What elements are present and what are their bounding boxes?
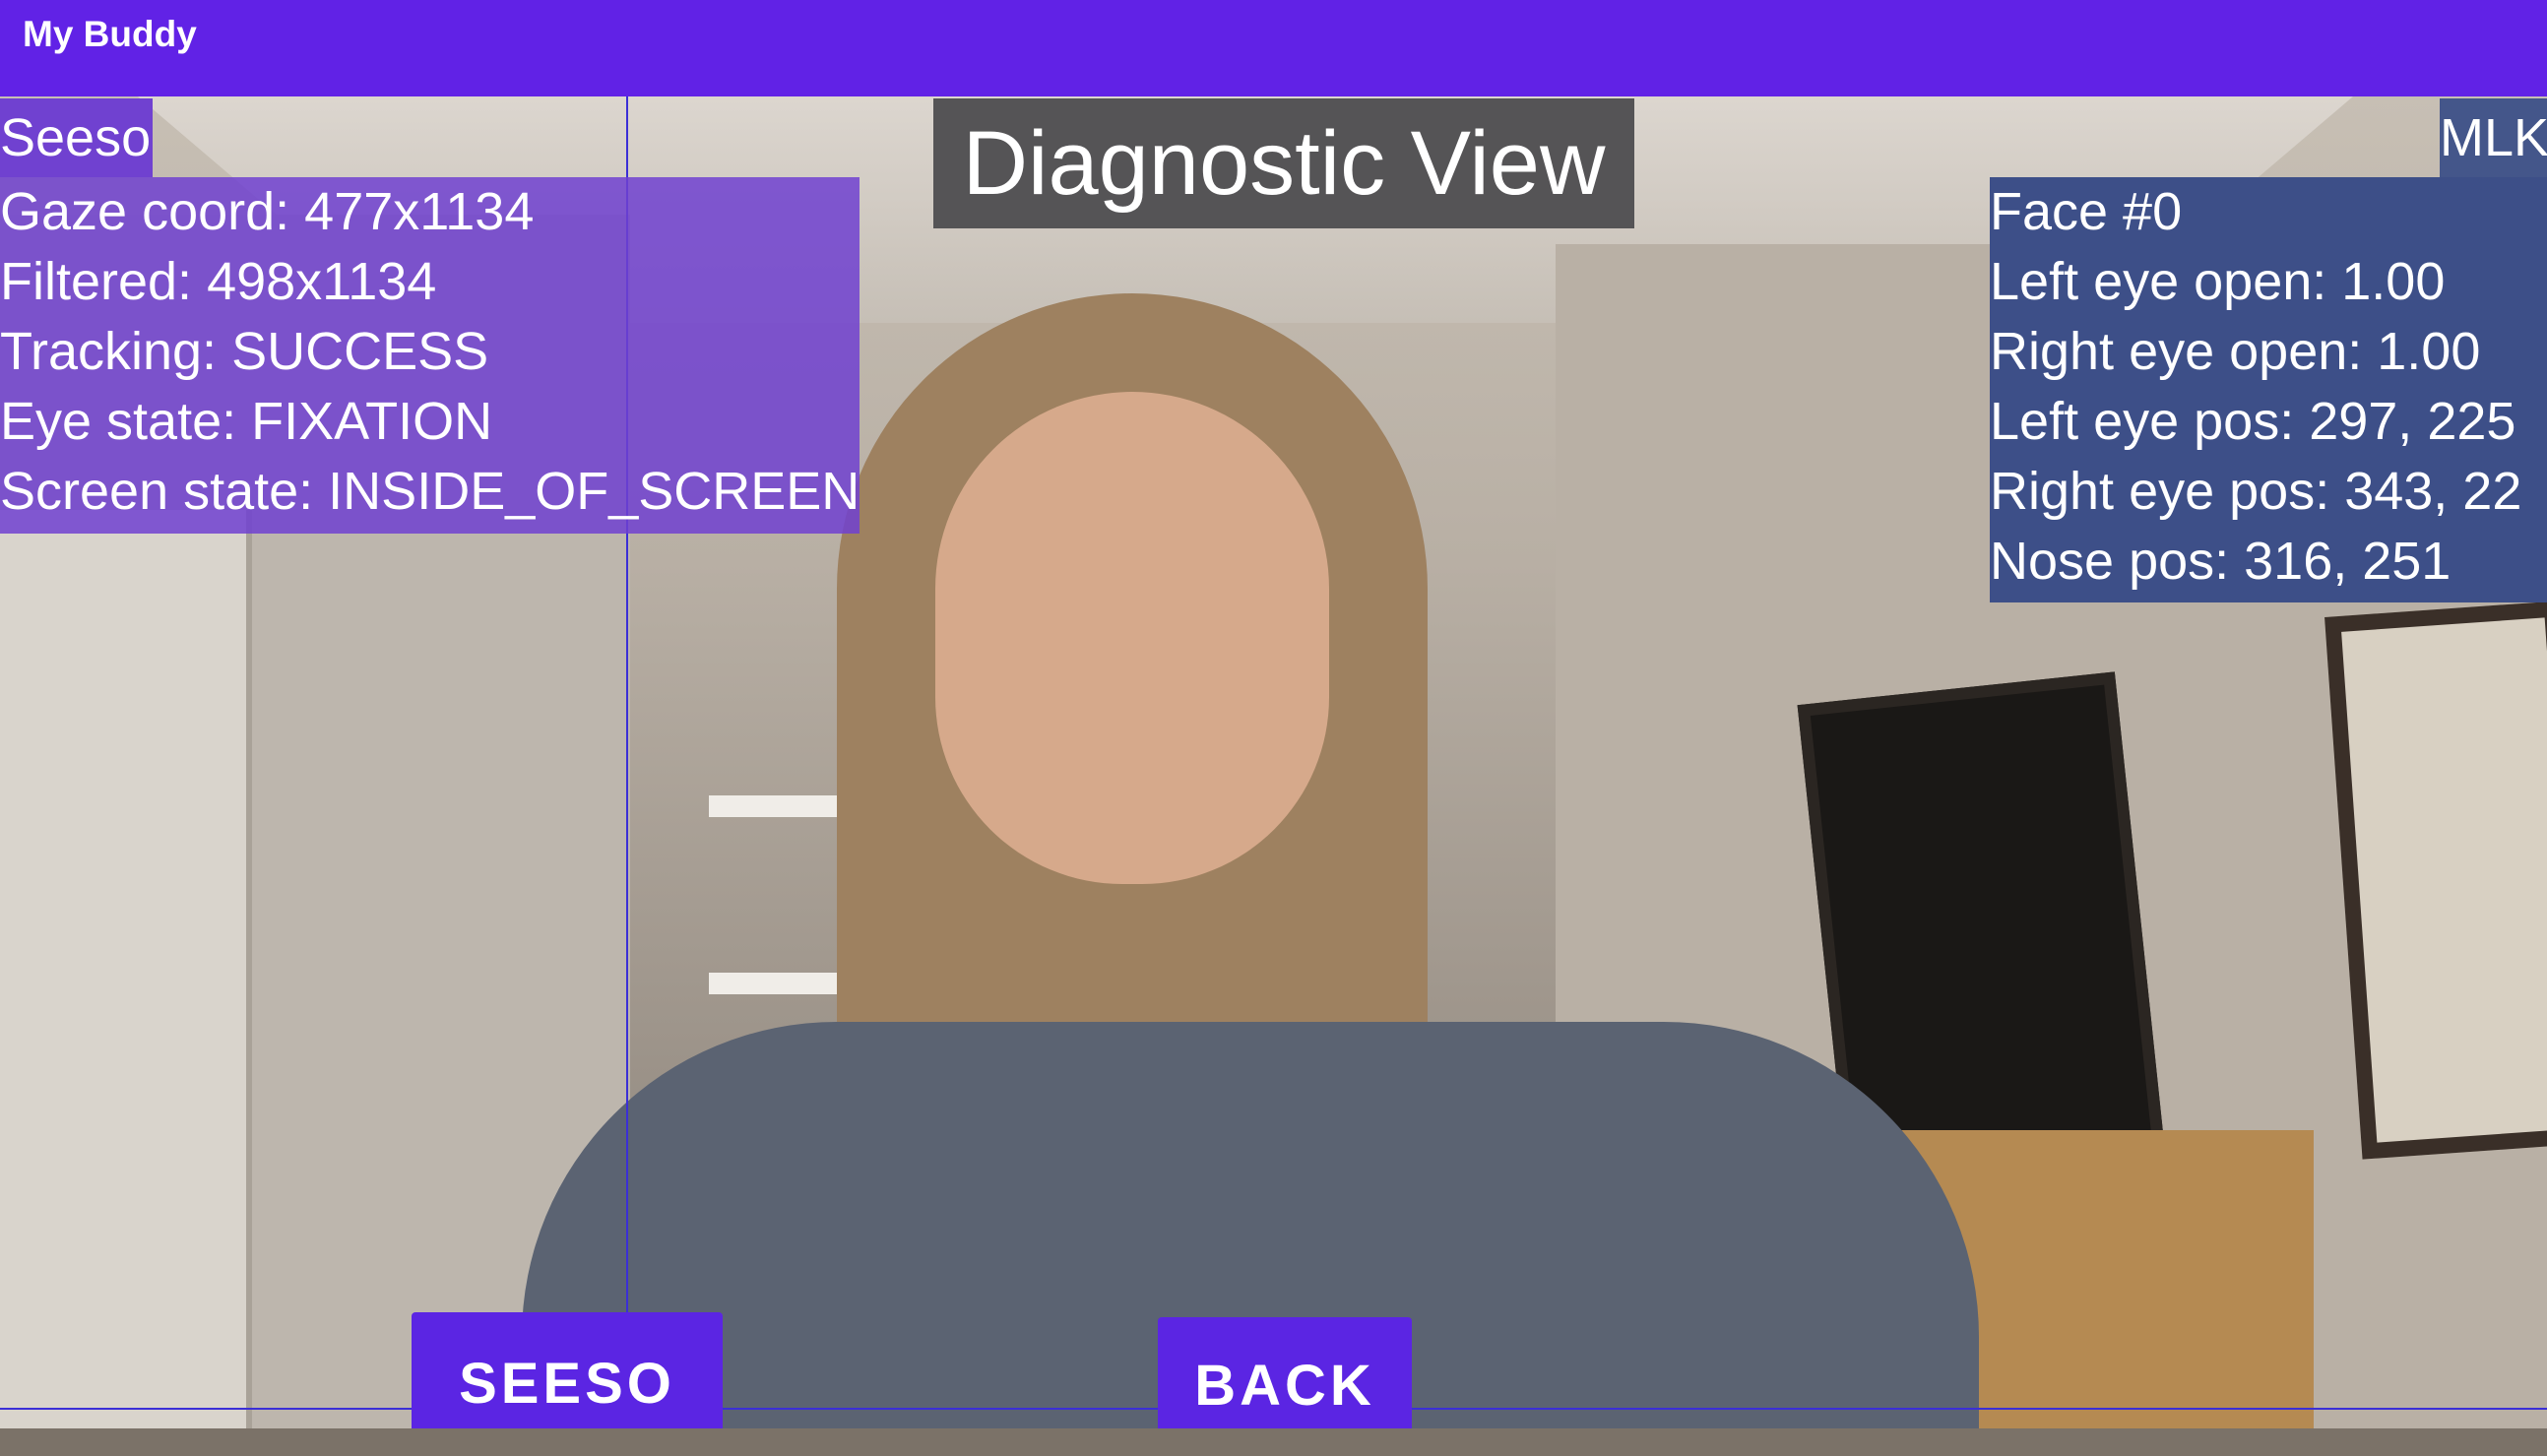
app-title: My Buddy — [23, 14, 197, 54]
back-button[interactable]: BACK — [1158, 1317, 1412, 1428]
seeso-tracking: Tracking: SUCCESS — [0, 322, 489, 381]
person-face — [935, 392, 1329, 884]
mlk-face-index: Face #0 — [1990, 182, 2183, 241]
mlk-right-eye-open: Right eye open: 1.00 — [1990, 322, 2481, 381]
app-bar: My Buddy — [0, 0, 2547, 96]
camera-wall-frame-2 — [2324, 601, 2547, 1160]
seeso-button[interactable]: SEESO — [412, 1312, 723, 1428]
diagnostic-view-title: Diagnostic View — [933, 98, 1634, 228]
camera-door — [0, 510, 252, 1428]
seeso-screen-state: Screen state: INSIDE_OF_SCREEN — [0, 462, 860, 521]
mlk-left-eye-open: Left eye open: 1.00 — [1990, 252, 2446, 311]
mlk-label: MLK — [2440, 98, 2547, 177]
seeso-info-panel: Gaze coord: 477x1134 Filtered: 498x1134 … — [0, 177, 860, 534]
mlk-info-panel: Face #0 Left eye open: 1.00 Right eye op… — [1990, 177, 2547, 602]
seeso-gaze-coord: Gaze coord: 477x1134 — [0, 182, 535, 241]
mlk-right-eye-pos: Right eye pos: 343, 22 — [1990, 462, 2522, 521]
seeso-filtered: Filtered: 498x1134 — [0, 252, 437, 311]
seeso-label: Seeso — [0, 98, 154, 177]
seeso-eye-state: Eye state: FIXATION — [0, 392, 493, 451]
mlk-left-eye-pos: Left eye pos: 297, 225 — [1990, 392, 2516, 451]
mlk-nose-pos: Nose pos: 316, 251 — [1990, 532, 2451, 591]
